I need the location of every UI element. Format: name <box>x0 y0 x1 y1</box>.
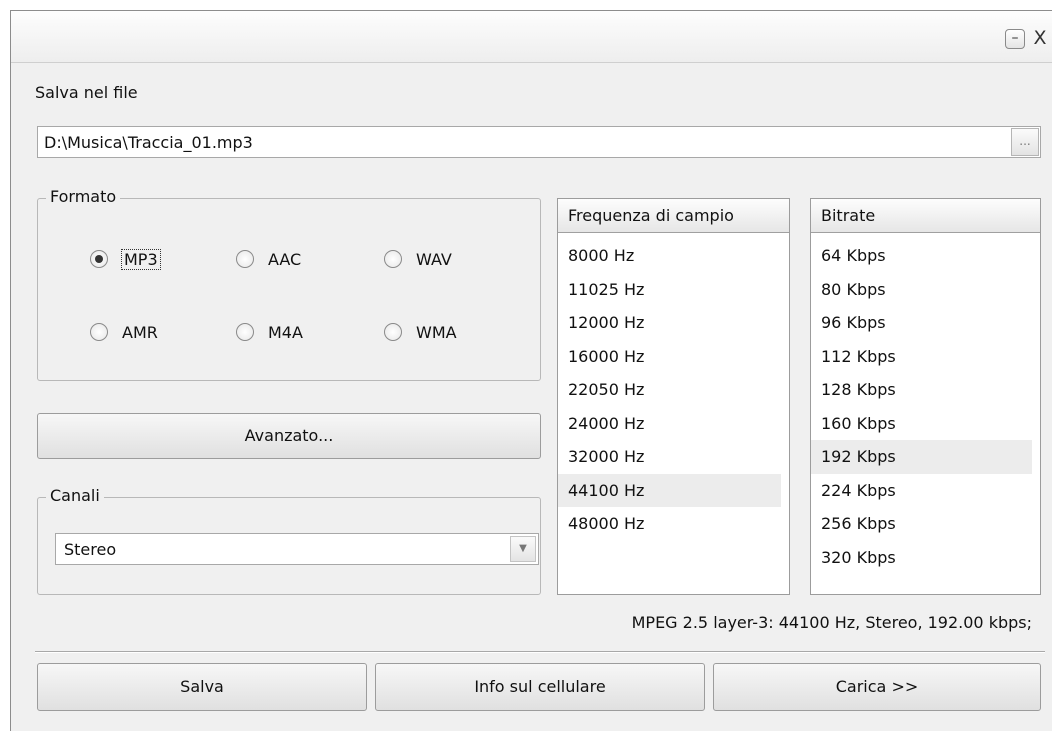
format-radio-label: AMR <box>122 322 158 342</box>
list-item[interactable]: 11025 Hz <box>558 273 781 307</box>
list-item-selected[interactable]: 44100 Hz <box>558 473 781 507</box>
list-item[interactable]: 32000 Hz <box>558 440 781 474</box>
list-item[interactable]: 96 Kbps <box>811 306 1032 340</box>
list-item-selected[interactable]: 192 Kbps <box>811 440 1032 474</box>
format-status-text: MPEG 2.5 layer-3: 44100 Hz, Stereo, 192.… <box>631 613 1032 632</box>
minimize-button[interactable]: – <box>1005 29 1025 49</box>
list-item[interactable]: 80 Kbps <box>811 273 1032 307</box>
list-item[interactable]: 256 Kbps <box>811 507 1032 541</box>
format-radio-label: WAV <box>416 249 452 269</box>
radio-unchecked-icon <box>384 250 402 268</box>
sample-rate-header[interactable]: Frequenza di campio <box>558 199 789 233</box>
format-radio-aac[interactable]: AAC <box>236 247 301 271</box>
bitrate-items: 64 Kbps 80 Kbps 96 Kbps 112 Kbps 128 Kbp… <box>811 239 1040 574</box>
divider <box>35 651 1045 653</box>
radio-unchecked-icon <box>236 323 254 341</box>
save-button[interactable]: Salva <box>37 663 367 711</box>
format-radio-label: M4A <box>268 322 303 342</box>
browse-button[interactable]: ... <box>1011 128 1039 156</box>
format-radio-wav[interactable]: WAV <box>384 247 452 271</box>
format-radio-amr[interactable]: AMR <box>90 320 158 344</box>
list-item[interactable]: 224 Kbps <box>811 474 1032 508</box>
list-item[interactable]: 24000 Hz <box>558 407 781 441</box>
list-item[interactable]: 12000 Hz <box>558 306 781 340</box>
sample-rate-list[interactable]: Frequenza di campio 8000 Hz 11025 Hz 120… <box>557 198 790 595</box>
close-button[interactable]: X <box>1027 29 1052 49</box>
file-path-field[interactable]: ... <box>37 126 1041 158</box>
bitrate-header[interactable]: Bitrate <box>811 199 1040 233</box>
list-item[interactable]: 320 Kbps <box>811 541 1032 575</box>
radio-unchecked-icon <box>384 323 402 341</box>
export-dialog: – X Salva nel file ... Formato MP3 AAC W… <box>10 10 1052 731</box>
phone-info-button[interactable]: Info sul cellulare <box>375 663 705 711</box>
list-item[interactable]: 112 Kbps <box>811 340 1032 374</box>
save-file-label: Salva nel file <box>35 83 138 102</box>
format-group: Formato MP3 AAC WAV AMR M4A WMA <box>37 187 541 381</box>
chevron-down-icon[interactable]: ▼ <box>510 536 536 562</box>
channels-group-title: Canali <box>46 486 104 505</box>
channels-select-value: Stereo <box>64 540 117 559</box>
format-group-title: Formato <box>46 187 121 206</box>
format-radio-label: MP3 <box>121 248 161 270</box>
list-item[interactable]: 22050 Hz <box>558 373 781 407</box>
channels-select[interactable]: Stereo ▼ <box>55 533 539 565</box>
format-radio-label: AAC <box>268 249 302 269</box>
list-item[interactable]: 64 Kbps <box>811 239 1032 273</box>
list-item[interactable]: 16000 Hz <box>558 340 781 374</box>
advanced-button[interactable]: Avanzato... <box>37 413 541 459</box>
radio-checked-icon <box>90 250 108 268</box>
title-bar: – X <box>11 11 1052 63</box>
format-radio-label: WMA <box>416 322 457 342</box>
format-radio-wma[interactable]: WMA <box>384 320 457 344</box>
file-path-input[interactable] <box>38 127 1008 157</box>
list-item[interactable]: 48000 Hz <box>558 507 781 541</box>
sample-rate-items: 8000 Hz 11025 Hz 12000 Hz 16000 Hz 22050… <box>558 239 789 541</box>
radio-unchecked-icon <box>236 250 254 268</box>
load-button[interactable]: Carica >> <box>713 663 1041 711</box>
list-item[interactable]: 160 Kbps <box>811 407 1032 441</box>
format-radio-mp3[interactable]: MP3 <box>90 247 161 271</box>
radio-unchecked-icon <box>90 323 108 341</box>
list-item[interactable]: 128 Kbps <box>811 373 1032 407</box>
format-radio-m4a[interactable]: M4A <box>236 320 303 344</box>
bitrate-list[interactable]: Bitrate 64 Kbps 80 Kbps 96 Kbps 112 Kbps… <box>810 198 1041 595</box>
list-item[interactable]: 8000 Hz <box>558 239 781 273</box>
